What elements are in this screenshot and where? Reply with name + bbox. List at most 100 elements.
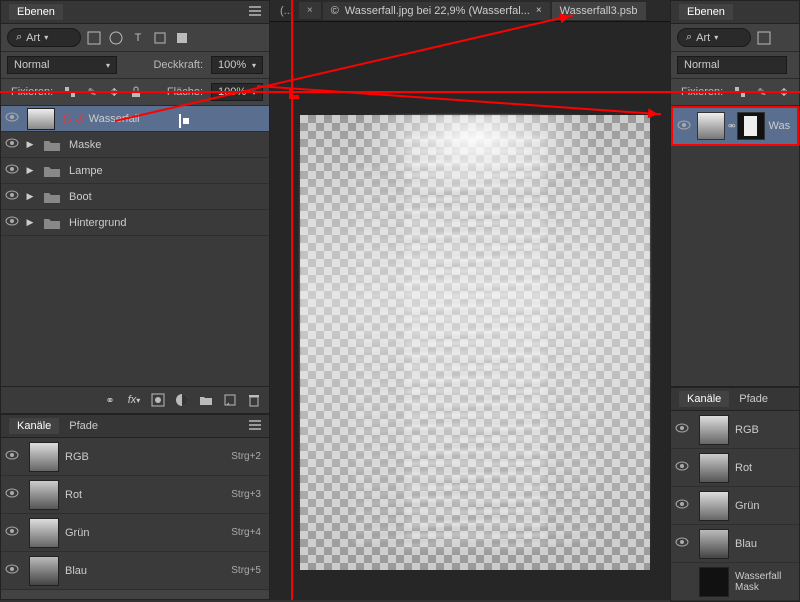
close-icon[interactable]: × [536, 5, 542, 16]
visibility-toggle[interactable] [1, 112, 23, 125]
channel-row[interactable]: Blau [671, 525, 799, 563]
channel-shortcut: Strg+5 [231, 565, 269, 576]
layer-row[interactable]: ▶ Lampe [1, 158, 269, 184]
channel-thumbnail [29, 442, 59, 472]
document-tab[interactable]: © Wasserfall.jpg bei 22,9% (Wasserfal...… [323, 2, 550, 20]
paths-tab[interactable]: Pfade [61, 418, 106, 434]
paths-tab[interactable]: Pfade [731, 391, 776, 407]
visibility-toggle[interactable] [1, 564, 23, 577]
expand-toggle[interactable]: ▶ [23, 217, 37, 228]
layer-name[interactable]: Maske [67, 139, 269, 151]
layers-panel-tab[interactable]: Ebenen [679, 4, 733, 20]
channel-shortcut: Strg+2 [231, 451, 269, 462]
layer-thumbnail[interactable] [697, 112, 725, 140]
channels-tab[interactable]: Kanäle [9, 418, 59, 434]
layer-mask-icon[interactable] [149, 391, 167, 409]
channel-thumbnail [29, 556, 59, 586]
opacity-input[interactable]: 100% ▾ [211, 56, 263, 74]
filter-type-icon[interactable]: T [129, 29, 147, 47]
channel-name: Grün [735, 500, 799, 512]
canvas[interactable] [300, 115, 650, 570]
visibility-toggle[interactable] [1, 488, 23, 501]
channels-tab[interactable]: Kanäle [679, 391, 729, 407]
layer-name[interactable]: Lampe [67, 165, 269, 177]
blend-mode-dropdown[interactable]: Normal [677, 56, 787, 74]
link-icon: ⚮ [728, 121, 736, 132]
cursor-icon [179, 115, 181, 127]
filter-adjust-icon[interactable] [107, 29, 125, 47]
blend-mode-dropdown[interactable]: Normal ▾ [7, 56, 117, 74]
visibility-toggle[interactable] [671, 537, 693, 550]
search-icon: ⌕ [686, 31, 692, 44]
channel-row[interactable]: RGB [671, 411, 799, 449]
visibility-toggle[interactable] [1, 450, 23, 463]
expand-toggle[interactable]: ▶ [23, 165, 37, 176]
layer-row[interactable]: ((...)) Wasserfall [1, 106, 269, 132]
filter-pixel-icon[interactable] [85, 29, 103, 47]
panel-menu-icon[interactable] [249, 420, 261, 433]
expand-toggle[interactable]: ▶ [23, 139, 37, 150]
channel-row[interactable]: Rot [671, 449, 799, 487]
expand-toggle[interactable]: ▶ [23, 191, 37, 202]
folder-icon [43, 138, 61, 152]
channel-shortcut: Strg+4 [231, 527, 269, 538]
channel-name: RGB [735, 424, 799, 436]
layer-name[interactable]: Was [765, 120, 797, 132]
annotation-line [291, 0, 293, 600]
layer-name[interactable]: Boot [67, 191, 269, 203]
visibility-toggle[interactable] [1, 526, 23, 539]
channel-row[interactable]: Grün [671, 487, 799, 525]
new-layer-icon[interactable] [221, 391, 239, 409]
channel-name: Blau [65, 565, 231, 577]
layer-row[interactable]: ⚮ Was [671, 106, 799, 146]
document-tab[interactable]: × [299, 2, 321, 19]
channel-thumbnail [699, 567, 729, 597]
tab-overflow[interactable]: (... [274, 2, 299, 20]
visibility-toggle[interactable] [1, 216, 23, 229]
visibility-toggle[interactable] [1, 138, 23, 151]
link-layers-icon[interactable]: ⚭ [101, 391, 119, 409]
mask-thumbnail[interactable] [737, 112, 765, 140]
layer-filter-type[interactable]: ⌕ Art ▾ [7, 28, 81, 47]
channel-name: Grün [65, 527, 231, 539]
chevron-down-icon: ▾ [106, 61, 110, 70]
delete-layer-icon[interactable] [245, 391, 263, 409]
channel-thumbnail [699, 415, 729, 445]
channel-thumbnail [699, 453, 729, 483]
channel-row[interactable]: Grün Strg+4 [1, 514, 269, 552]
layer-row[interactable]: ▶ Maske [1, 132, 269, 158]
layers-panel-tab[interactable]: Ebenen [9, 4, 63, 20]
filter-shape-icon[interactable] [151, 29, 169, 47]
channel-thumbnail [29, 518, 59, 548]
visibility-toggle[interactable] [673, 120, 695, 133]
layer-name[interactable]: Hintergrund [67, 217, 269, 229]
channel-row[interactable]: RGB Strg+2 [1, 438, 269, 476]
adjustment-layer-icon[interactable] [173, 391, 191, 409]
visibility-toggle[interactable] [671, 461, 693, 474]
visibility-toggle[interactable] [1, 164, 23, 177]
layer-row[interactable]: ▶ Boot [1, 184, 269, 210]
search-icon: ⌕ [16, 31, 22, 44]
filter-smartobj-icon[interactable] [173, 29, 191, 47]
channel-row[interactable]: Blau Strg+5 [1, 552, 269, 590]
visibility-toggle[interactable] [671, 423, 693, 436]
layer-fx-icon[interactable]: fx▾ [125, 391, 143, 409]
channel-name: Wasserfall Mask [735, 571, 799, 593]
folder-icon [43, 216, 61, 230]
doc-tab-label: Wasserfall.jpg bei 22,9% (Wasserfal... [345, 5, 530, 17]
visibility-toggle[interactable] [1, 190, 23, 203]
layer-row[interactable]: ▶ Hintergrund [1, 210, 269, 236]
channel-name: Blau [735, 538, 799, 550]
blend-mode-value: Normal [684, 59, 719, 71]
visibility-toggle[interactable] [671, 499, 693, 512]
panel-menu-icon[interactable] [249, 6, 261, 19]
new-group-icon[interactable] [197, 391, 215, 409]
channel-row[interactable]: Rot Strg+3 [1, 476, 269, 514]
channel-name: Rot [735, 462, 799, 474]
filter-pixel-icon[interactable] [755, 29, 773, 47]
layer-name[interactable]: Wasserfall [55, 113, 267, 125]
layer-thumbnail[interactable] [27, 108, 55, 130]
channel-name: Rot [65, 489, 231, 501]
layer-filter-type[interactable]: ⌕ Art ▾ [677, 28, 751, 47]
channel-row[interactable]: Wasserfall Mask [671, 563, 799, 601]
